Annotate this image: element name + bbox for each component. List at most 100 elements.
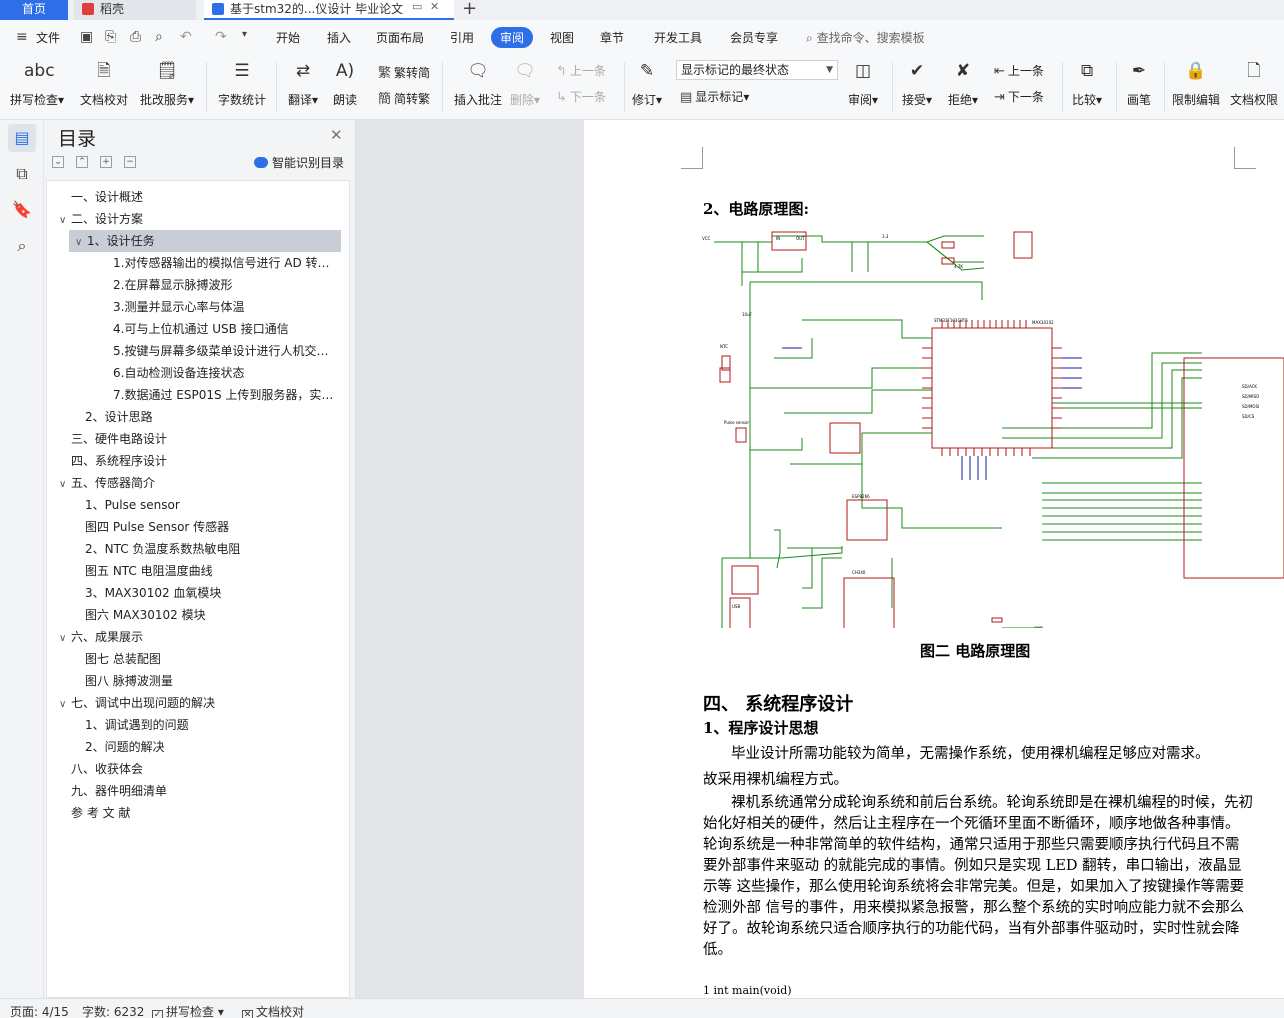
accept-label: 接受 [902, 93, 927, 107]
toc-item[interactable]: 2、设计思路 [73, 406, 343, 428]
restrict-edit-button[interactable]: 🔒 限制编辑 [1172, 58, 1220, 108]
toc-item[interactable]: ∨ 二、设计方案 [59, 208, 343, 230]
expand-level-icon[interactable]: ⌃ [76, 156, 88, 168]
menu-page-layout[interactable]: 页面布局 [376, 29, 424, 46]
toc-item[interactable]: 2.在屏幕显示脉搏波形 [101, 274, 343, 296]
toc-item[interactable]: 4.可与上位机通过 USB 接口通信 [101, 318, 343, 340]
toc-item[interactable]: 图五 NTC 电阻温度曲线 [73, 560, 343, 582]
status-spellcheck[interactable]: ✓ 拼写检查 ▾ [152, 1003, 224, 1018]
insert-comment-button[interactable]: 🗨 插入批注 [454, 58, 502, 108]
new-tab-button[interactable]: + [462, 0, 477, 19]
chevron-down-icon[interactable]: ∨ [59, 474, 71, 494]
review-pane-button[interactable]: ◫ 审阅▾ [848, 58, 878, 108]
menu-file[interactable]: 文件 [36, 29, 60, 46]
toc-item[interactable]: 参 考 文 献 [59, 802, 343, 824]
menu-developer[interactable]: 开发工具 [654, 29, 702, 46]
page-indicator[interactable]: 页面: 4/15 [10, 1003, 69, 1018]
menu-references[interactable]: 引用 [450, 29, 474, 46]
reject-button[interactable]: ✘ 拒绝▾ [948, 58, 978, 108]
toc-item[interactable]: ∨ 六、成果展示 [59, 626, 343, 648]
document-page[interactable]: 2、电路原理图: VCC 3.3 IN OUT 4.7K STM32F103C8… [584, 120, 1284, 998]
toc-item[interactable]: 三、硬件电路设计 [59, 428, 343, 450]
spellcheck-button[interactable]: abc 拼写检查▾ [10, 58, 64, 108]
quick-access-dropdown-icon[interactable]: ▾ [242, 29, 247, 40]
word-count-button[interactable]: ☰ 字数统计 [218, 58, 266, 108]
toc-item[interactable]: 1、调试遇到的问题 [73, 714, 343, 736]
menu-start[interactable]: 开始 [276, 29, 300, 46]
toc-item[interactable]: 1.对传感器输出的模拟信号进行 AD 转… [101, 252, 343, 274]
find-icon[interactable]: ⌕ [8, 232, 36, 260]
collapse-all-icon[interactable]: ⌄ [52, 156, 64, 168]
status-doc-proof[interactable]: ✕ 文档校对 [242, 1003, 304, 1018]
redo-icon[interactable]: ↷ [215, 29, 227, 45]
track-changes-button[interactable]: ✎ 修订▾ [632, 58, 662, 108]
simplified-to-traditional-button[interactable]: 簡简转繁 [378, 88, 430, 107]
traditional-to-simplified-button[interactable]: 繁繁转简 [378, 62, 430, 81]
toc-item[interactable]: ∨ 五、传感器简介 [59, 472, 343, 494]
toc-item[interactable]: 八、收获体会 [59, 758, 343, 780]
ai-detect-toc-button[interactable]: 智能识别目录 [254, 154, 344, 171]
command-search[interactable]: ⌕ 查找命令、搜索模板 [806, 29, 925, 46]
translate-button[interactable]: ⇄ 翻译▾ [288, 58, 318, 108]
toc-item[interactable]: ∨ 七、调试中出现问题的解决 [59, 692, 343, 714]
print-icon[interactable]: ⎙ [130, 29, 141, 45]
close-icon[interactable]: ✕ [330, 126, 343, 144]
doc-rights-button[interactable]: 🗋 文档权限 [1230, 58, 1278, 108]
toc-item[interactable]: 图四 Pulse Sensor 传感器 [73, 516, 343, 538]
bookmark-icon[interactable]: 🔖 [8, 196, 36, 224]
toc-item[interactable]: 图八 脉搏波测量 [73, 670, 343, 692]
menu-view[interactable]: 视图 [550, 29, 574, 46]
chevron-down-icon[interactable]: ∨ [59, 694, 71, 714]
read-aloud-button[interactable]: A) 朗读 [332, 58, 358, 108]
chevron-down-icon[interactable]: ∨ [75, 232, 87, 252]
chevron-down-icon[interactable]: ∨ [59, 628, 71, 648]
doc-proof-button[interactable]: 🗎 文档校对 [80, 58, 128, 108]
toc-item[interactable]: 一、设计概述 [59, 186, 343, 208]
toc-item[interactable]: 6.自动检测设备连接状态 [101, 362, 343, 384]
save-icon[interactable]: ▣ [80, 29, 93, 45]
toc-item[interactable]: 2、问题的解决 [73, 736, 343, 758]
toc-panel-icon[interactable]: ▤ [8, 124, 36, 152]
toc-item[interactable]: 2、NTC 负温度系数热敏电阻 [73, 538, 343, 560]
show-markup-button[interactable]: ▤ 显示标记▾ [680, 88, 749, 105]
chevron-down-icon[interactable]: ∨ [59, 210, 71, 230]
next-change-button[interactable]: ⇥ 下一条 [994, 88, 1044, 105]
menu-hamburger-icon[interactable]: ≡ [16, 29, 28, 45]
read-aloud-label: 朗读 [332, 93, 357, 107]
toc-item[interactable]: 5.按键与屏幕多级菜单设计进行人机交… [101, 340, 343, 362]
toc-item[interactable]: 四、系统程序设计 [59, 450, 343, 472]
batch-service-button[interactable]: 🗒 批改服务▾ [140, 58, 194, 108]
menu-insert[interactable]: 插入 [327, 29, 351, 46]
delete-comment-button[interactable]: 🗨 删除▾ [510, 58, 540, 108]
remove-heading-icon[interactable]: − [124, 156, 136, 168]
toc-item[interactable]: 图七 总装配图 [73, 648, 343, 670]
toc-item[interactable]: 3、MAX30102 血氧模块 [73, 582, 343, 604]
prev-change-button[interactable]: ⇤ 上一条 [994, 62, 1044, 79]
menu-review[interactable]: 审阅 [491, 27, 534, 48]
word-count-indicator[interactable]: 字数: 6232 [82, 1003, 144, 1018]
next-comment-button[interactable]: ↳ 下一条 [556, 88, 606, 105]
prev-comment-button[interactable]: ↰ 上一条 [556, 62, 606, 79]
print-preview-icon[interactable]: ⌕ [155, 29, 163, 45]
toc-item[interactable]: ∨ 1、设计任务 [69, 230, 341, 252]
toc-item[interactable]: 图六 MAX30102 模块 [73, 604, 343, 626]
export-pdf-icon[interactable]: ⎘ [105, 29, 116, 45]
menu-chapter[interactable]: 章节 [600, 29, 624, 46]
compare-button[interactable]: ⧉ 比较▾ [1072, 58, 1102, 108]
menu-member[interactable]: 会员专享 [730, 29, 778, 46]
tab-restore-icon[interactable]: ▭ [412, 0, 422, 13]
toc-item[interactable]: 九、器件明细清单 [59, 780, 343, 802]
pen-button[interactable]: ✒ 画笔 [1126, 58, 1152, 108]
accept-button[interactable]: ✔ 接受▾ [902, 58, 932, 108]
tab-wps[interactable]: 稻壳 [74, 0, 196, 20]
section-heading-program: 1、程序设计思想 [703, 719, 819, 737]
tab-home[interactable]: 首页 [0, 0, 68, 20]
toc-item[interactable]: 7.数据通过 ESP01S 上传到服务器，实… [101, 384, 343, 406]
undo-icon[interactable]: ↶ [180, 29, 192, 45]
toc-item[interactable]: 1、Pulse sensor [73, 494, 343, 516]
chapter-nav-icon[interactable]: ⧉ [8, 160, 36, 188]
markup-mode-select[interactable]: 显示标记的最终状态 ▼ [676, 60, 838, 80]
add-heading-icon[interactable]: + [100, 156, 112, 168]
toc-item[interactable]: 3.测量并显示心率与体温 [101, 296, 343, 318]
tab-close-icon[interactable]: ✕ [430, 0, 439, 13]
